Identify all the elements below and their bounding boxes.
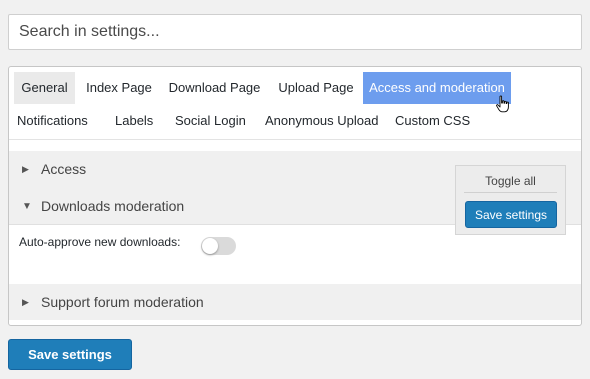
auto-approve-toggle[interactable] [201, 237, 236, 255]
tab-notifications[interactable]: Notifications [17, 105, 99, 137]
floating-toolbox: Toggle all Save settings [455, 165, 566, 235]
section-title: Downloads moderation [41, 198, 185, 214]
toolbox-save-button[interactable]: Save settings [465, 201, 557, 228]
toggle-knob [202, 238, 218, 254]
save-settings-button[interactable]: Save settings [8, 339, 132, 370]
search-input[interactable] [8, 14, 582, 50]
tab-general[interactable]: General [14, 72, 75, 104]
expand-arrow-icon: ▶ [22, 297, 29, 307]
toggle-all-link[interactable]: Toggle all [456, 174, 565, 188]
section-title: Access [41, 161, 87, 177]
tab-access-and-moderation[interactable]: Access and moderation [363, 72, 511, 104]
tab-anonymous-upload[interactable]: Anonymous Upload [265, 105, 378, 137]
auto-approve-label: Auto-approve new downloads: [19, 235, 181, 249]
settings-panel: General Index Page Download Page Upload … [8, 66, 582, 326]
tab-custom-css[interactable]: Custom CSS [395, 105, 470, 137]
tab-upload-page[interactable]: Upload Page [275, 72, 357, 104]
hand-cursor-icon [496, 95, 509, 113]
tab-social-login[interactable]: Social Login [175, 105, 246, 137]
tab-download-page[interactable]: Download Page [166, 72, 263, 104]
expand-arrow-icon: ▶ [22, 164, 29, 174]
section-title: Support forum moderation [41, 294, 204, 310]
tab-bar: General Index Page Download Page Upload … [9, 67, 581, 140]
divider [464, 192, 557, 193]
section-support-forum-moderation[interactable]: ▶ Support forum moderation [9, 284, 581, 320]
tab-index-page[interactable]: Index Page [83, 72, 155, 104]
collapse-arrow-icon: ▼ [22, 201, 32, 212]
tab-labels[interactable]: Labels [115, 105, 153, 137]
